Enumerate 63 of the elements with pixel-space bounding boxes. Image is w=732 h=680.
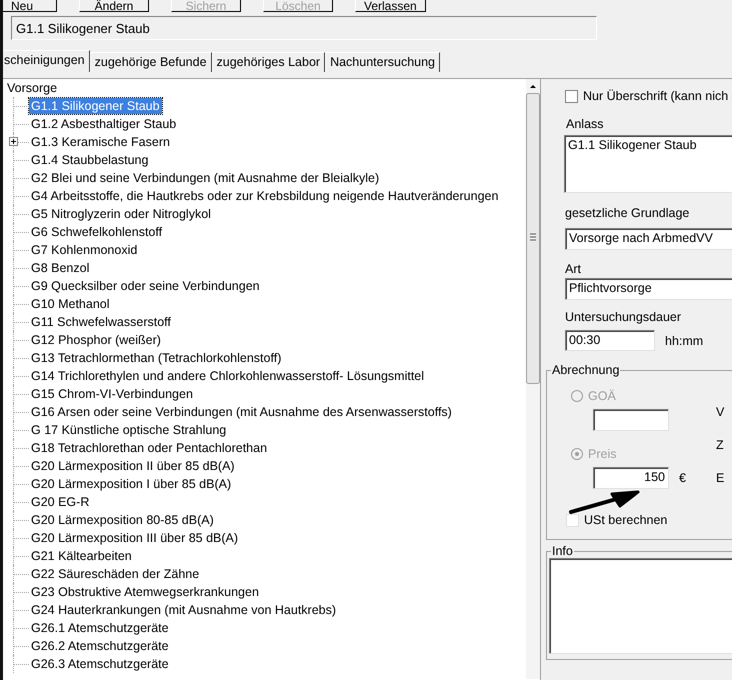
tab[interactable]: Nachuntersuchung <box>325 52 440 72</box>
unit-label: hh:mm <box>665 334 704 348</box>
tree-item[interactable]: G6 Schwefelkohlenstoff <box>29 224 164 240</box>
tree-item[interactable]: G7 Kohlenmonoxid <box>29 242 140 258</box>
tree-item[interactable]: G20 EG-R <box>29 494 92 510</box>
group-title: Info <box>551 544 574 558</box>
title-field[interactable]: G1.1 Silikogener Staub <box>11 16 597 40</box>
duration-field[interactable]: 00:30 <box>565 330 655 351</box>
checkbox[interactable] <box>565 90 578 102</box>
toolbar-button[interactable]: Verlassen <box>355 0 426 12</box>
tree-item[interactable]: G11 Schwefelwasserstoff <box>29 314 173 330</box>
tree-item[interactable]: G10 Methanol <box>29 296 112 312</box>
field-label: Art <box>565 262 582 276</box>
tree-item[interactable]: G16 Arsen oder seine Verbindungen (mit Ausnahme des Arsenwasserstoffs) <box>29 404 454 420</box>
tree-root[interactable]: Vorsorge <box>5 80 60 96</box>
tree-item[interactable]: G1.4 Staubbelastung <box>29 152 150 168</box>
radio-label: Preis <box>588 447 616 461</box>
field-label: Z <box>716 438 724 452</box>
field-label: E <box>716 471 724 485</box>
toolbar-button[interactable]: Neu <box>3 0 57 12</box>
tree-item[interactable]: G26.1 Atemschutzgeräte <box>29 620 171 636</box>
tree-item[interactable]: G18 Tetrachlorethan oder Pentachlorethan <box>29 440 270 456</box>
tree-item[interactable]: G26.3 Atemschutzgeräte <box>29 656 171 672</box>
tree-item[interactable]: G1.1 Silikogener Staub <box>29 98 162 114</box>
tree-item[interactable]: G9 Quecksilber oder seine Verbindungen <box>29 278 262 294</box>
art-field[interactable]: Pflichtvorsorge <box>565 278 732 300</box>
grundlage-field[interactable]: Vorsorge nach ArbmedVV <box>565 228 732 250</box>
tree-item[interactable]: G24 Hauterkrankungen (mit Ausnahme von Hautkrebs) <box>29 602 338 618</box>
tree-item[interactable]: G13 Tetrachlormethan (Tetrachlorkohlenstoff) <box>29 350 284 366</box>
tree-item[interactable]: G15 Chrom-VI-Verbindungen <box>29 386 195 402</box>
anlass-field[interactable]: G1.1 Silikogener Staub <box>564 135 732 193</box>
currency-label: € <box>679 471 686 485</box>
tree-item[interactable]: G20 Lärmexposition 80-85 dB(A) <box>29 512 216 528</box>
tree-item[interactable]: G4 Arbeitsstoffe, die Hautkrebs oder zur Krebsbildung neigende Hautveränderungen <box>29 188 500 204</box>
field-label: Anlass <box>566 117 605 131</box>
field-label: V <box>716 405 724 419</box>
tab[interactable]: scheinigungen <box>3 50 90 72</box>
tree-item[interactable]: G20 Lärmexposition II über 85 dB(A) <box>29 458 237 474</box>
tree-item[interactable]: G5 Nitroglyzerin oder Nitroglykol <box>29 206 213 222</box>
group-title: Abrechnung <box>551 363 620 377</box>
field-label: Untersuchungsdauer <box>565 310 682 324</box>
tree-item[interactable]: G26.2 Atemschutzgeräte <box>29 638 171 654</box>
tree-item[interactable]: G8 Benzol <box>29 260 92 276</box>
tree-item[interactable]: G2 Blei und seine Verbindungen (mit Ausnahme der Bleialkyle) <box>29 170 382 186</box>
tree-item[interactable]: G20 Lärmexposition III über 85 dB(A) <box>29 530 240 546</box>
scrollbar[interactable] <box>526 79 540 679</box>
field-label: gesetzliche Grundlage <box>565 206 690 220</box>
tree-item[interactable]: G20 Lärmexposition I über 85 dB(A) <box>29 476 234 492</box>
radio-label: GOÄ <box>588 389 616 403</box>
tree-item[interactable]: G1.2 Asbesthaltiger Staub <box>29 116 178 132</box>
tree-item[interactable]: G21 Kältearbeiten <box>29 548 134 564</box>
amount-field[interactable] <box>593 409 669 431</box>
tree-item[interactable]: G1.3 Keramische Fasern <box>29 134 172 150</box>
checkbox-label: Nur Überschrift (kann nich <box>583 89 728 103</box>
expand-icon[interactable] <box>9 137 18 146</box>
tree-item[interactable]: G22 Säureschäden der Zähne <box>29 566 202 582</box>
tree-item[interactable]: G12 Phosphor (weißer) <box>29 332 163 348</box>
tree-item[interactable]: G23 Obstruktive Atemwegserkrankungen <box>29 584 261 600</box>
checkbox-label: USt berechnen <box>584 513 668 527</box>
tab[interactable]: zugehörige Befunde <box>90 52 212 72</box>
tree-item[interactable]: G 17 Künstliche optische Strahlung <box>29 422 228 438</box>
tab[interactable]: zugehöriges Labor <box>212 52 326 72</box>
tree-item[interactable]: G14 Trichlorethylen und andere Chlorkohlenwasserstoff- Lösungsmittel <box>29 368 426 384</box>
